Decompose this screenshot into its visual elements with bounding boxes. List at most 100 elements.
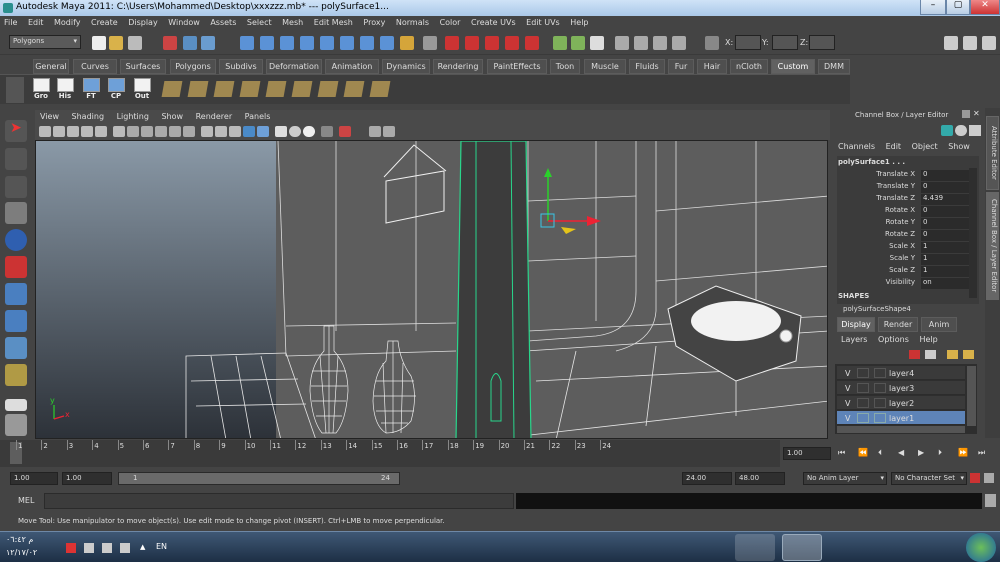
select-hierarchy-icon[interactable] bbox=[163, 36, 177, 50]
render-settings-icon[interactable] bbox=[672, 36, 686, 50]
close-icon[interactable]: ✕ bbox=[973, 109, 980, 118]
menu-edit-mesh[interactable]: Edit Mesh bbox=[310, 16, 357, 27]
float-panel-icon[interactable] bbox=[962, 110, 970, 118]
side-tab-attribute-editor[interactable]: Attribute Editor bbox=[986, 116, 999, 190]
taskbar-app-icon[interactable] bbox=[828, 534, 868, 561]
layer-hscrollbar[interactable] bbox=[837, 426, 965, 433]
shelf-tab-rendering[interactable]: Rendering bbox=[433, 59, 483, 74]
current-frame-field[interactable]: 1.00 bbox=[783, 447, 831, 460]
resolution-gate-icon[interactable] bbox=[141, 126, 153, 137]
taskbar-explorer-icon[interactable] bbox=[920, 534, 960, 561]
playback-end-field[interactable]: 24.00 bbox=[682, 472, 732, 485]
safe-action-icon[interactable] bbox=[183, 126, 195, 137]
bookmark-icon[interactable] bbox=[67, 126, 79, 137]
menu-set-dropdown[interactable]: Polygons ▾ bbox=[9, 35, 81, 49]
layer-name[interactable]: layer2 bbox=[889, 399, 914, 408]
uv-tool-icon[interactable] bbox=[239, 81, 261, 97]
tray-icon[interactable] bbox=[102, 543, 112, 553]
camera-select-icon[interactable] bbox=[39, 126, 51, 137]
textured-icon[interactable] bbox=[275, 126, 287, 137]
shelf-button-out[interactable]: Out bbox=[132, 78, 152, 102]
menu-proxy[interactable]: Proxy bbox=[359, 16, 389, 27]
channel-scrollbar[interactable] bbox=[969, 168, 977, 298]
time-slider[interactable]: 1 2 3 4 5 6 7 8 9 10 11 12 13 14 15 16 17 18 19 20 21 22 23 24 bbox=[0, 440, 780, 467]
wireframe-on-shaded-icon[interactable] bbox=[229, 126, 241, 137]
shelf-tab-fluids[interactable]: Fluids bbox=[629, 59, 665, 74]
film-gate-icon[interactable] bbox=[127, 126, 139, 137]
layer-color-swatch[interactable] bbox=[874, 383, 886, 393]
menu-modify[interactable]: Modify bbox=[50, 16, 85, 27]
shelf-tab-hair[interactable]: Hair bbox=[697, 59, 727, 74]
channel-rotate-y[interactable]: Rotate Y0 bbox=[837, 218, 977, 229]
shelf-tab-surfaces[interactable]: Surfaces bbox=[120, 59, 166, 74]
character-set-dropdown[interactable]: No Character Set ▾ bbox=[891, 472, 967, 485]
shelf-tab-ncloth[interactable]: nCloth bbox=[730, 59, 768, 74]
new-scene-icon[interactable] bbox=[92, 36, 106, 50]
side-tab-channel-box[interactable]: Channel Box / Layer Editor bbox=[986, 192, 999, 300]
shelf-tab-animation[interactable]: Animation bbox=[325, 59, 379, 74]
channel-menu-channels[interactable]: Channels bbox=[838, 142, 883, 151]
start-button-icon[interactable] bbox=[966, 533, 996, 562]
menu-color[interactable]: Color bbox=[436, 16, 465, 27]
channel-box-toggle-icon[interactable] bbox=[982, 36, 996, 50]
snap-grid-icon[interactable] bbox=[445, 36, 459, 50]
uv-tool-icon[interactable] bbox=[213, 81, 235, 97]
go-to-start-icon[interactable]: ⏮ bbox=[838, 448, 845, 458]
move-tool-icon[interactable] bbox=[5, 202, 27, 224]
viewport-menu-panels[interactable]: Panels bbox=[240, 112, 276, 121]
shelf-button-cp[interactable]: CP bbox=[106, 78, 126, 102]
layer-name[interactable]: layer3 bbox=[889, 384, 914, 393]
layer-visibility-toggle[interactable]: V bbox=[845, 384, 850, 393]
tool-settings-toggle-icon[interactable] bbox=[963, 36, 977, 50]
layer-color-swatch[interactable] bbox=[874, 413, 886, 423]
viewport-3d[interactable]: y x bbox=[35, 140, 828, 439]
channel-scale-z[interactable]: Scale Z1 bbox=[837, 266, 977, 277]
shaded-icon[interactable] bbox=[257, 126, 269, 137]
layer-visibility-toggle[interactable]: V bbox=[845, 399, 850, 408]
layout-single-icon[interactable] bbox=[5, 399, 27, 411]
wireframe-icon[interactable] bbox=[201, 126, 213, 137]
shelf-tab-general[interactable]: General bbox=[33, 59, 69, 74]
snap-live-icon[interactable] bbox=[525, 36, 539, 50]
layer-name[interactable]: layer4 bbox=[889, 369, 914, 378]
channel-scale-x[interactable]: Scale X1 bbox=[837, 242, 977, 253]
2d-pan-zoom-icon[interactable] bbox=[95, 126, 107, 137]
shelf-button-his[interactable]: His bbox=[55, 78, 75, 102]
viewport-option-icon[interactable] bbox=[369, 126, 381, 137]
uv-tool-icon[interactable] bbox=[265, 81, 287, 97]
layer-row[interactable]: V layer1 bbox=[837, 411, 965, 425]
shelf-tab-toon[interactable]: Toon bbox=[550, 59, 580, 74]
scale-tool-icon[interactable] bbox=[5, 256, 27, 278]
menu-display[interactable]: Display bbox=[124, 16, 162, 27]
layer-row[interactable]: V layer4 bbox=[837, 366, 965, 380]
menu-help[interactable]: Help bbox=[566, 16, 592, 27]
playback-start-field[interactable]: 1.00 bbox=[62, 472, 112, 485]
play-backward-icon[interactable]: ◀ bbox=[898, 448, 904, 457]
manipulator-icon[interactable] bbox=[941, 125, 953, 136]
shelf-tab-curves[interactable]: Curves bbox=[73, 59, 117, 74]
shelf-tab-muscle[interactable]: Muscle bbox=[584, 59, 626, 74]
play-forward-icon[interactable]: ▶ bbox=[918, 448, 924, 457]
menu-file[interactable]: File bbox=[0, 16, 21, 27]
menu-window[interactable]: Window bbox=[164, 16, 204, 27]
anim-layer-dropdown[interactable]: No Anim Layer ▾ bbox=[803, 472, 887, 485]
select-object-icon[interactable] bbox=[183, 36, 197, 50]
channel-translate-z[interactable]: Translate Z 4.439 bbox=[837, 194, 977, 205]
shelf-tab-painteffects[interactable]: PaintEffects bbox=[487, 59, 547, 74]
move-layer-up-icon[interactable] bbox=[947, 350, 958, 359]
channel-menu-show[interactable]: Show bbox=[948, 142, 970, 151]
construction-history-icon[interactable] bbox=[590, 36, 604, 50]
shelf-button-gro[interactable]: Gro bbox=[31, 78, 51, 102]
uv-tool-icon[interactable] bbox=[317, 81, 339, 97]
viewport-menu-renderer[interactable]: Renderer bbox=[191, 112, 238, 121]
animation-preferences-icon[interactable] bbox=[984, 473, 994, 483]
snap-point-icon[interactable] bbox=[485, 36, 499, 50]
shelf-tab-polygons[interactable]: Polygons bbox=[170, 59, 216, 74]
channel-menu-edit[interactable]: Edit bbox=[886, 142, 910, 151]
layer-tab-display[interactable]: Display bbox=[837, 317, 875, 332]
uv-tool-icon[interactable] bbox=[187, 81, 209, 97]
lasso-tool-icon[interactable] bbox=[5, 148, 27, 170]
volume-icon[interactable] bbox=[84, 543, 94, 553]
select-component-icon[interactable] bbox=[201, 36, 215, 50]
minimize-button[interactable]: – bbox=[920, 0, 946, 15]
